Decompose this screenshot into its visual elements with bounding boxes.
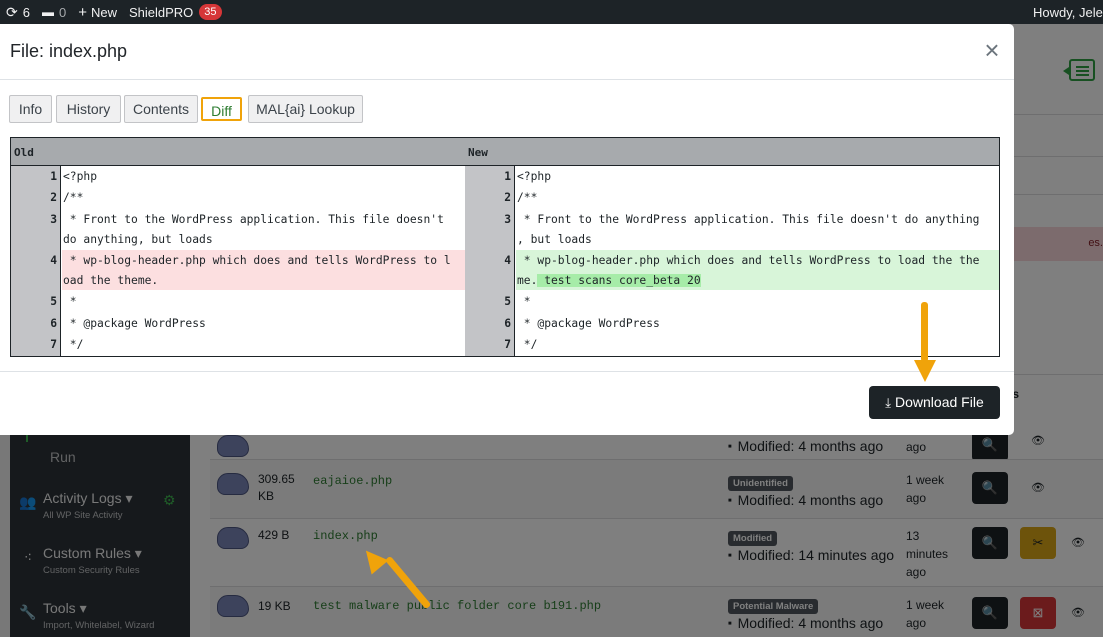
shieldpro-badge: 35 bbox=[199, 4, 222, 20]
comments-count: 0 bbox=[58, 4, 67, 20]
comments-item[interactable]: ▬ 0 bbox=[36, 0, 72, 24]
new-line: /** bbox=[517, 191, 538, 204]
shieldpro-label: ShieldPRO bbox=[128, 4, 194, 20]
new-label: New bbox=[90, 4, 117, 20]
download-file-button[interactable]: ⤓ Download File bbox=[869, 386, 1000, 419]
diff-table: Old New 1 <?php 2 /** 3 * Front to the W… bbox=[10, 137, 1000, 357]
new-line-number: 4 bbox=[504, 254, 511, 267]
new-line-wrap: , but loads bbox=[517, 233, 592, 246]
download-icon: ⤓ bbox=[885, 395, 892, 410]
tab-mal-ai-lookup[interactable]: MAL{ai} Lookup bbox=[248, 95, 363, 123]
modal-footer-divider bbox=[0, 371, 1014, 372]
old-line-number: 1 bbox=[50, 170, 57, 183]
old-line: * Front to the WordPress application. Th… bbox=[63, 213, 444, 226]
new-line-added: * wp-blog-header.php which does and tell… bbox=[517, 254, 980, 267]
new-line-number: 5 bbox=[504, 295, 511, 308]
tab-info[interactable]: Info bbox=[9, 95, 52, 123]
new-line-number: 7 bbox=[504, 338, 511, 351]
tab-diff[interactable]: Diff bbox=[201, 97, 242, 121]
file-modal: File: index.php × Info History Contents … bbox=[0, 24, 1014, 435]
old-line-number: 5 bbox=[50, 295, 57, 308]
old-line-number: 3 bbox=[50, 213, 57, 226]
old-line-number: 7 bbox=[50, 338, 57, 351]
old-line: <?php bbox=[63, 170, 98, 183]
new-line: * bbox=[517, 295, 531, 308]
updates-count: 6 bbox=[22, 4, 30, 20]
close-icon[interactable]: × bbox=[982, 37, 1002, 63]
new-line-number: 2 bbox=[504, 191, 511, 204]
new-line-number: 1 bbox=[504, 170, 511, 183]
shieldpro-item[interactable]: ShieldPRO 35 bbox=[123, 0, 228, 24]
new-line: * Front to the WordPress application. Th… bbox=[517, 213, 980, 226]
old-line-number: 2 bbox=[50, 191, 57, 204]
comment-icon: ▬ bbox=[41, 5, 54, 19]
old-line-removed-wrap: oad the theme. bbox=[63, 274, 159, 287]
plus-icon: + bbox=[78, 3, 87, 21]
old-line-removed: * wp-blog-header.php which does and tell… bbox=[63, 254, 451, 267]
old-line-number: 6 bbox=[50, 317, 57, 330]
tab-contents[interactable]: Contents bbox=[124, 95, 198, 123]
updates-item[interactable]: ⟳ 6 bbox=[0, 0, 36, 24]
refresh-icon: ⟳ bbox=[6, 3, 18, 20]
modal-title: File: index.php bbox=[10, 41, 128, 61]
admin-bar: ⟳ 6 ▬ 0 + New ShieldPRO 35 Howdy, Jele bbox=[0, 0, 1103, 24]
annotation-arrow-download bbox=[921, 302, 928, 362]
new-header: New bbox=[468, 146, 488, 159]
new-line: <?php bbox=[517, 170, 552, 183]
old-line: */ bbox=[63, 338, 84, 351]
old-line: * @package WordPress bbox=[63, 317, 206, 330]
old-line: * bbox=[63, 295, 77, 308]
old-line-number: 4 bbox=[50, 254, 57, 267]
howdy-user[interactable]: Howdy, Jele bbox=[1033, 0, 1103, 24]
annotation-arrow-download-head bbox=[914, 360, 936, 382]
new-line: * @package WordPress bbox=[517, 317, 660, 330]
old-line: /** bbox=[63, 191, 84, 204]
new-item[interactable]: + New bbox=[72, 0, 123, 24]
old-line-wrap: do anything, but loads bbox=[63, 233, 213, 246]
diff-header: Old New bbox=[11, 138, 999, 166]
added-highlight: test scans core_beta 20 bbox=[537, 274, 701, 287]
new-line-number: 3 bbox=[504, 213, 511, 226]
download-label: Download File bbox=[895, 394, 984, 410]
new-line-added-cont: me. bbox=[517, 274, 538, 287]
old-header: Old bbox=[14, 146, 34, 159]
tab-history[interactable]: History bbox=[56, 95, 121, 123]
modal-header: File: index.php × bbox=[0, 24, 1014, 80]
new-line-added-wrap: me. test scans core_beta 20 bbox=[517, 271, 701, 291]
new-line-number: 6 bbox=[504, 317, 511, 330]
new-line: */ bbox=[517, 338, 538, 351]
